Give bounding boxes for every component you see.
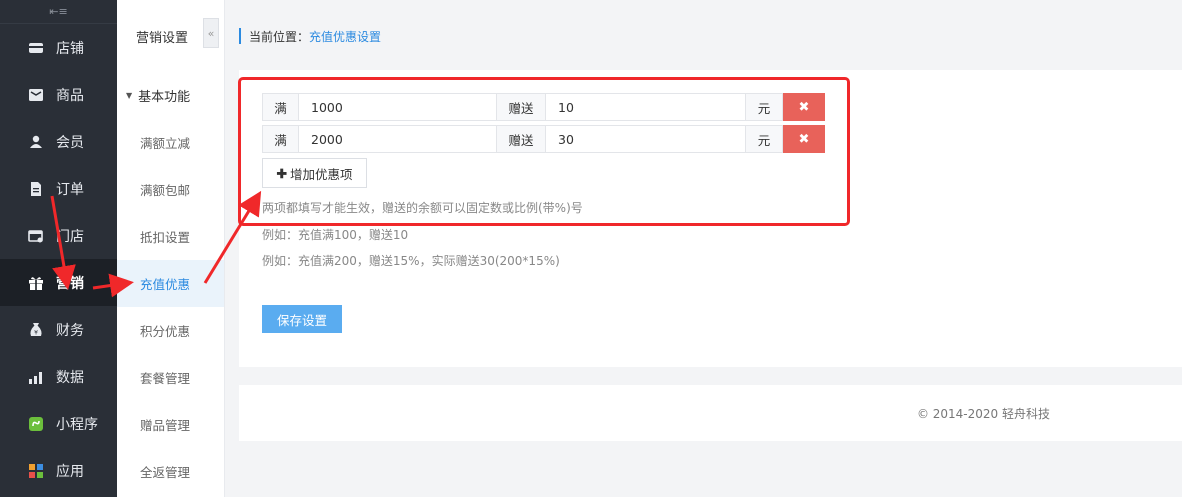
sidebar-item-store[interactable]: 店铺 bbox=[0, 24, 117, 71]
sidebar-collapse-toggle[interactable]: ⇤≡ bbox=[0, 0, 117, 24]
breadcrumb-current[interactable]: 充值优惠设置 bbox=[309, 28, 381, 45]
apps-icon bbox=[28, 463, 44, 479]
amount-input[interactable]: 2000 bbox=[299, 125, 497, 153]
full-label: 满 bbox=[262, 125, 299, 153]
close-icon: ✖ bbox=[798, 131, 810, 146]
gift-label: 赠送 bbox=[497, 125, 546, 153]
discount-rule-row: 满 1000 赠送 10 元 ✖ bbox=[262, 93, 825, 121]
breadcrumb-prefix: 当前位置： bbox=[249, 29, 310, 44]
delete-rule-button[interactable]: ✖ bbox=[783, 93, 825, 121]
subnav-item-recharge-discount[interactable]: 充值优惠 bbox=[117, 260, 224, 307]
main-sidebar: ⇤≡ 店铺 商品 会员 订单 门店 营销 ¥ 财务 数据 小程序 应用 bbox=[0, 0, 117, 497]
sidebar-item-shop[interactable]: 门店 bbox=[0, 212, 117, 259]
subnav-collapse-button[interactable]: « bbox=[203, 18, 219, 48]
discount-rule-row: 满 2000 赠送 30 元 ✖ bbox=[262, 125, 825, 153]
sidebar-item-label: 营销 bbox=[56, 275, 84, 292]
store-icon bbox=[28, 40, 44, 56]
sidebar-item-finance[interactable]: ¥ 财务 bbox=[0, 306, 117, 353]
sidebar-item-label: 门店 bbox=[56, 228, 84, 245]
subnav-item-package[interactable]: 套餐管理 bbox=[117, 354, 224, 401]
svg-text:¥: ¥ bbox=[34, 329, 38, 336]
gift-label: 赠送 bbox=[497, 93, 546, 121]
subnav-item-free-shipping[interactable]: 满额包邮 bbox=[117, 166, 224, 213]
amount-input[interactable]: 1000 bbox=[299, 93, 497, 121]
hint-text: 例如：充值满200，赠送15%，实际赠送30(200*15%) bbox=[262, 254, 560, 268]
goods-icon bbox=[28, 87, 44, 103]
bar-chart-icon bbox=[28, 369, 44, 385]
close-icon: ✖ bbox=[798, 99, 810, 114]
delete-rule-button[interactable]: ✖ bbox=[783, 125, 825, 153]
gift-icon bbox=[28, 275, 44, 291]
plus-icon: ✚ bbox=[276, 166, 287, 181]
breadcrumb: 当前位置： 充值优惠设置 bbox=[239, 28, 381, 44]
gift-input[interactable]: 30 bbox=[546, 125, 746, 153]
sidebar-item-data[interactable]: 数据 bbox=[0, 353, 117, 400]
marketing-subnav: 营销设置 « ▼ 基本功能 满额立减 满额包邮 抵扣设置 充值优惠 积分优惠 套… bbox=[117, 0, 225, 497]
subnav-item-deduction[interactable]: 抵扣设置 bbox=[117, 213, 224, 260]
order-icon bbox=[28, 181, 44, 197]
copyright-text: © 2014-2020 轻舟科技 bbox=[916, 406, 1050, 421]
sidebar-item-label: 财务 bbox=[56, 322, 84, 339]
subnav-item-full-reduction[interactable]: 满额立减 bbox=[117, 119, 224, 166]
add-discount-button[interactable]: ✚ 增加优惠项 bbox=[262, 158, 367, 188]
sidebar-item-label: 数据 bbox=[56, 369, 84, 386]
sidebar-item-goods[interactable]: 商品 bbox=[0, 71, 117, 118]
sidebar-item-label: 商品 bbox=[56, 87, 84, 104]
subnav-item-gifts[interactable]: 赠品管理 bbox=[117, 401, 224, 448]
add-discount-label: 增加优惠项 bbox=[289, 167, 353, 182]
sidebar-item-label: 订单 bbox=[56, 181, 84, 198]
caret-down-icon: ▼ bbox=[126, 91, 133, 100]
sidebar-item-label: 店铺 bbox=[56, 40, 84, 57]
sidebar-item-order[interactable]: 订单 bbox=[0, 165, 117, 212]
subnav-item-full-return[interactable]: 全返管理 bbox=[117, 448, 224, 495]
sidebar-item-label: 会员 bbox=[56, 134, 84, 151]
sidebar-item-label: 小程序 bbox=[56, 416, 98, 433]
footer: © 2014-2020 轻舟科技 bbox=[239, 385, 1182, 441]
sidebar-item-apps[interactable]: 应用 bbox=[0, 447, 117, 494]
full-label: 满 bbox=[262, 93, 299, 121]
hint-text: 两项都填写才能生效，赠送的余额可以固定数或比例(带%)号 bbox=[262, 201, 583, 215]
sidebar-item-mini-program[interactable]: 小程序 bbox=[0, 400, 117, 447]
money-bag-icon: ¥ bbox=[28, 322, 44, 338]
user-icon bbox=[28, 134, 44, 150]
subnav-group-basic[interactable]: ▼ 基本功能 bbox=[117, 72, 224, 119]
mini-program-icon bbox=[28, 416, 44, 432]
subnav-item-points-discount[interactable]: 积分优惠 bbox=[117, 307, 224, 354]
shop-icon bbox=[28, 228, 44, 244]
sidebar-item-marketing[interactable]: 营销 bbox=[0, 259, 117, 306]
sidebar-item-label: 应用 bbox=[56, 463, 84, 480]
sidebar-item-member[interactable]: 会员 bbox=[0, 118, 117, 165]
subnav-group-label: 基本功能 bbox=[138, 90, 191, 105]
main-content: 当前位置： 充值优惠设置 满 1000 赠送 10 元 ✖ 满 2000 赠送 … bbox=[225, 0, 1182, 497]
gift-input[interactable]: 10 bbox=[546, 93, 746, 121]
unit-label: 元 bbox=[746, 125, 783, 153]
save-settings-button[interactable]: 保存设置 bbox=[262, 305, 342, 333]
hint-text: 例如：充值满100，赠送10 bbox=[262, 228, 409, 242]
recharge-settings-panel: 满 1000 赠送 10 元 ✖ 满 2000 赠送 30 元 ✖ ✚ 增加优惠… bbox=[239, 70, 1182, 367]
unit-label: 元 bbox=[746, 93, 783, 121]
